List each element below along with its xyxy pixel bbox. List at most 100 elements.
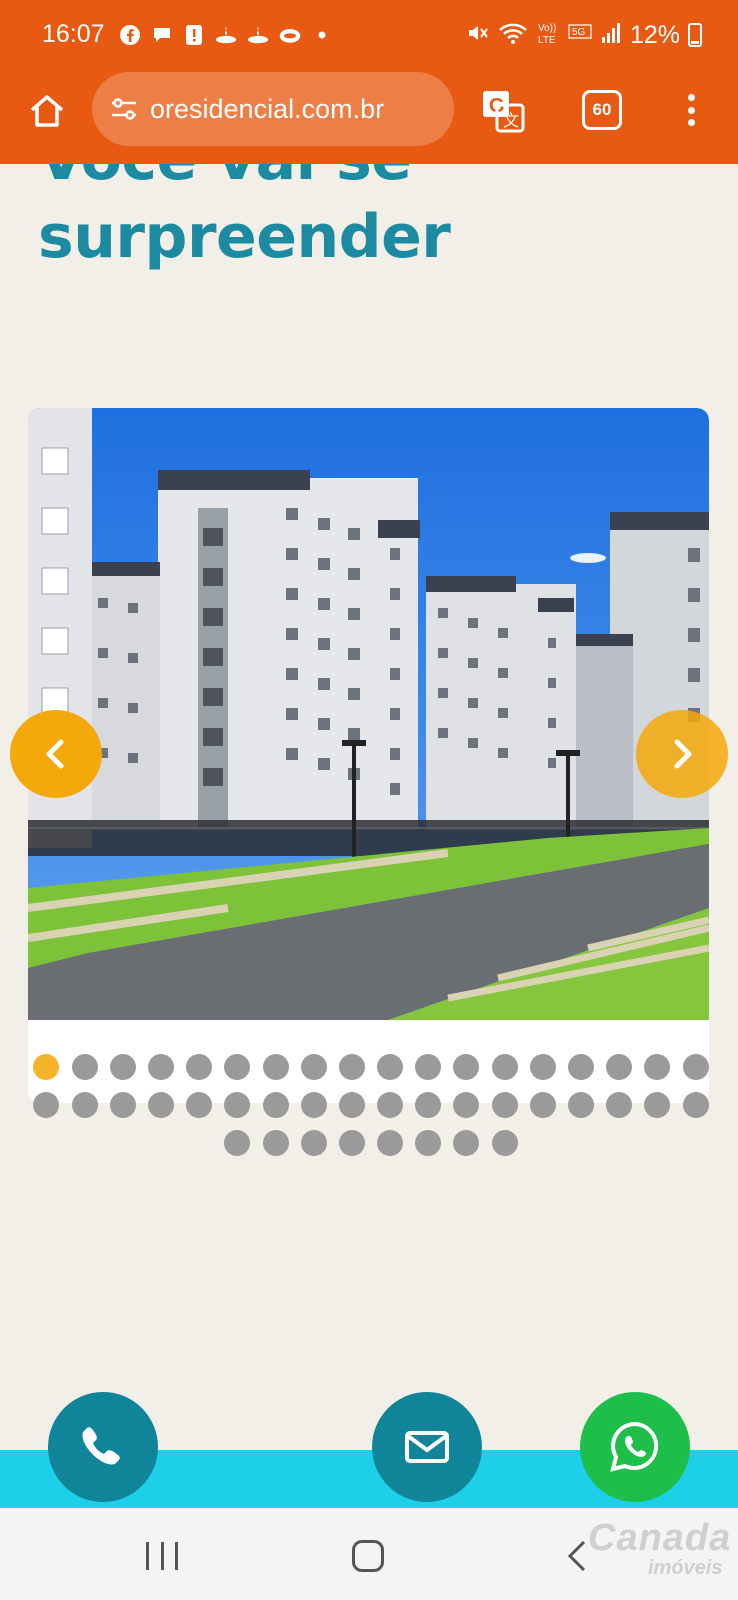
pagination-dot[interactable] [262, 1130, 289, 1156]
pagination-dot[interactable] [224, 1054, 251, 1080]
phone-icon [82, 1427, 120, 1465]
carousel-prev-button[interactable] [10, 710, 102, 798]
pagination-dot[interactable] [606, 1092, 633, 1118]
browser-chrome: 16:07 Vo)) LTE 5G 12% oresidencial.com.b… [0, 0, 738, 164]
pagination-dot[interactable] [147, 1092, 174, 1118]
more-menu-button[interactable] [678, 90, 704, 130]
pagination-dot[interactable] [453, 1130, 480, 1156]
carousel-next-button[interactable] [636, 710, 728, 798]
signal-icon [600, 21, 622, 50]
pagination-dot[interactable] [377, 1054, 404, 1080]
pagination-dot[interactable] [33, 1092, 60, 1118]
pagination-dot[interactable] [147, 1054, 174, 1080]
pagination-dot[interactable] [606, 1054, 633, 1080]
home-icon [30, 95, 64, 127]
status-time: 16:07 [42, 20, 105, 48]
tab-switcher-button[interactable]: 60 [582, 90, 622, 130]
phone-button[interactable] [48, 1392, 158, 1502]
pagination-dot-active[interactable] [33, 1054, 60, 1080]
cloud-icon [278, 23, 302, 47]
alert-icon [182, 23, 206, 47]
pagination-dot[interactable] [262, 1054, 289, 1080]
battery-icon [688, 23, 702, 47]
5g-icon: 5G [568, 23, 592, 48]
image-carousel[interactable] [28, 408, 709, 1103]
volte-icon: Vo)) LTE [536, 20, 560, 51]
pagination-dot[interactable] [644, 1054, 671, 1080]
system-navigation-bar: Canada imóveis [0, 1508, 738, 1600]
heading-region: Você vai se surpreender [0, 164, 738, 284]
pagination-dot[interactable] [415, 1092, 442, 1118]
menu-dot [687, 119, 695, 126]
heading-line-1: Você vai se [38, 164, 450, 198]
recent-apps-button[interactable] [146, 1542, 178, 1570]
pagination-dot[interactable] [71, 1054, 98, 1080]
pagination-dot[interactable] [186, 1092, 213, 1118]
address-bar[interactable]: oresidencial.com.br [92, 72, 454, 146]
pagination-dot[interactable] [186, 1054, 213, 1080]
pagination-dot[interactable] [109, 1054, 136, 1080]
watermark-text: Canada [588, 1517, 732, 1559]
pagination-dot[interactable] [224, 1092, 251, 1118]
pagination-dot[interactable] [300, 1130, 327, 1156]
pagination-dot[interactable] [415, 1130, 442, 1156]
heading-line-2: surpreender [38, 202, 451, 272]
watermark-subtext: imóveis [648, 1557, 723, 1579]
recent-bar [146, 1542, 149, 1570]
facebook-icon [118, 23, 142, 47]
pagination-dot[interactable] [644, 1092, 671, 1118]
recent-bar [175, 1542, 178, 1570]
pagination-dot[interactable] [568, 1054, 595, 1080]
pagination-dot[interactable] [71, 1092, 98, 1118]
svg-text:Vo)): Vo)) [538, 23, 556, 34]
whatsapp-button[interactable] [580, 1392, 690, 1502]
pagination-dot[interactable] [453, 1054, 480, 1080]
pagination-dot[interactable] [377, 1092, 404, 1118]
pagination-dot[interactable] [109, 1092, 136, 1118]
pagination-dot[interactable] [529, 1092, 556, 1118]
santander-icon [246, 23, 270, 47]
system-icons: Vo)) LTE 5G 12% [466, 20, 702, 50]
pagination-dot[interactable] [377, 1130, 404, 1156]
svg-text:文: 文 [503, 112, 519, 130]
recent-bar [160, 1542, 164, 1570]
envelope-icon [405, 1431, 449, 1463]
notification-icons [118, 20, 334, 50]
pagination-dot[interactable] [262, 1092, 289, 1118]
svg-text:5G: 5G [572, 27, 586, 38]
status-bar: 16:07 Vo)) LTE 5G 12% [0, 0, 738, 68]
apartment-buildings-photo [28, 408, 709, 1020]
pagination-dot[interactable] [682, 1092, 709, 1118]
whatsapp-icon [610, 1421, 659, 1472]
pagination-dot[interactable] [300, 1092, 327, 1118]
pagination-dot[interactable] [415, 1054, 442, 1080]
chevron-left-icon [46, 739, 64, 769]
site-settings-icon[interactable] [108, 93, 140, 125]
pagination-dot[interactable] [491, 1130, 518, 1156]
battery-percentage: 12% [629, 20, 680, 49]
pagination-dot[interactable] [491, 1054, 518, 1080]
messenger-icon [150, 23, 174, 47]
santander-icon [214, 23, 238, 47]
system-home-button[interactable] [352, 1540, 384, 1572]
pagination-dot[interactable] [529, 1054, 556, 1080]
chevron-right-icon [674, 739, 692, 769]
pagination-dot[interactable] [338, 1092, 365, 1118]
email-button[interactable] [372, 1392, 482, 1502]
pagination-dot[interactable] [338, 1130, 365, 1156]
watermark-logo: Canada imóveis [588, 1518, 731, 1578]
carousel-photo[interactable] [28, 408, 709, 1020]
pagination-dot[interactable] [300, 1054, 327, 1080]
pagination-dot[interactable] [682, 1054, 709, 1080]
carousel-pagination [28, 1054, 714, 1156]
pagination-dot[interactable] [568, 1092, 595, 1118]
pagination-dot[interactable] [224, 1130, 251, 1156]
home-button[interactable] [22, 86, 72, 136]
mute-icon [466, 21, 490, 50]
pagination-dot[interactable] [338, 1054, 365, 1080]
dot-icon [310, 23, 334, 47]
translate-button[interactable]: G 文 [480, 88, 526, 134]
pagination-dot[interactable] [491, 1092, 518, 1118]
page-heading: Você vai se surpreender [38, 164, 451, 276]
pagination-dot[interactable] [453, 1092, 480, 1118]
